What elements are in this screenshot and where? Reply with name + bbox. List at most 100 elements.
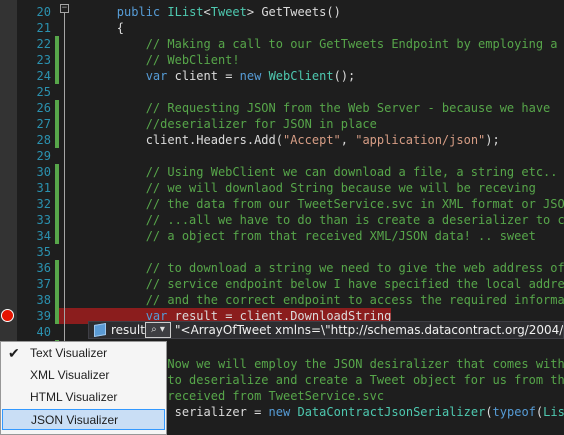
code-text[interactable]: // Requesting JSON from the Web Server -… bbox=[59, 100, 551, 116]
code-token: client.Headers.Add( bbox=[59, 133, 283, 147]
code-line[interactable]: 22 // Making a call to our GetTweets End… bbox=[0, 36, 564, 52]
line-number: 20 bbox=[36, 5, 51, 19]
code-token: DataContractJsonSerializer bbox=[297, 405, 486, 419]
line-number: 27 bbox=[36, 117, 51, 131]
code-line[interactable]: 23 // WebClient! bbox=[0, 52, 564, 68]
line-number: 40 bbox=[36, 325, 51, 339]
line-number: 35 bbox=[36, 245, 51, 259]
code-text[interactable]: // WebClient! bbox=[59, 52, 240, 68]
code-text[interactable]: //deserializer for JSON in place bbox=[59, 116, 377, 132]
code-token: // Using WebClient we can download a fil… bbox=[59, 165, 558, 179]
code-token: // ...all we have to do than is create a… bbox=[59, 213, 564, 227]
code-token: (); bbox=[333, 69, 356, 83]
code-token: { bbox=[59, 21, 125, 35]
code-token: ( bbox=[485, 405, 493, 419]
code-token: serializer = bbox=[167, 405, 269, 419]
code-line[interactable]: 27 //deserializer for JSON in place bbox=[0, 116, 564, 132]
code-token: WebClient bbox=[268, 69, 334, 83]
code-token: var bbox=[145, 69, 168, 83]
code-text[interactable]: // service endpoint below I have specifi… bbox=[59, 276, 564, 292]
code-token: // the data from our TweetService.svc in… bbox=[59, 197, 564, 211]
visualizer-menu: ✔ Text Visualizer XML Visualizer HTML Vi… bbox=[0, 341, 167, 435]
variable-icon bbox=[94, 322, 106, 338]
menu-item-html-visualizer[interactable]: HTML Visualizer bbox=[2, 387, 165, 408]
menu-item-text-visualizer[interactable]: ✔ Text Visualizer bbox=[2, 343, 165, 364]
datatip-value[interactable]: "<ArrayOfTweet xmlns=\"http://schemas.da… bbox=[175, 323, 563, 337]
menu-item-label: JSON Visualizer bbox=[31, 413, 119, 427]
menu-item-label: HTML Visualizer bbox=[30, 390, 118, 404]
code-line[interactable]: 29 bbox=[0, 148, 564, 164]
menu-item-label: Text Visualizer bbox=[30, 346, 108, 360]
line-number: 26 bbox=[36, 101, 51, 115]
code-line[interactable]: 38 // and the correct endpoint to access… bbox=[0, 292, 564, 308]
code-line[interactable]: 26 // Requesting JSON from the Web Serve… bbox=[0, 100, 564, 116]
code-token: // and the correct endpoint to access th… bbox=[59, 293, 564, 307]
code-text[interactable]: // and the correct endpoint to access th… bbox=[59, 292, 564, 308]
code-token: // WebClient! bbox=[59, 53, 240, 67]
code-token: typeof bbox=[492, 405, 536, 419]
code-token: "application/json" bbox=[355, 133, 486, 147]
code-line[interactable]: 32 // the data from our TweetService.svc… bbox=[0, 196, 564, 212]
code-line[interactable]: 30 // Using WebClient we can download a … bbox=[0, 164, 564, 180]
menu-item-json-visualizer[interactable]: JSON Visualizer bbox=[2, 409, 165, 430]
code-token: < bbox=[203, 5, 211, 19]
code-text[interactable]: public IList<Tweet> GetTweets() bbox=[59, 4, 341, 20]
code-token: "Accept" bbox=[282, 133, 341, 147]
code-token: // a object from that received XML/JSON … bbox=[59, 229, 536, 243]
line-number: 33 bbox=[36, 213, 51, 227]
line-number: 28 bbox=[36, 133, 51, 147]
code-token: // we will downlaod String because we wi… bbox=[59, 181, 536, 195]
line-number: 34 bbox=[36, 229, 51, 243]
line-number: 31 bbox=[36, 181, 51, 195]
code-line[interactable]: 36 // to download a string we need to gi… bbox=[0, 260, 564, 276]
code-line[interactable]: 33 // ...all we have to do than is creat… bbox=[0, 212, 564, 228]
code-token: Tweet bbox=[210, 5, 247, 19]
code-line[interactable]: 37 // service endpoint below I have spec… bbox=[0, 276, 564, 292]
code-text[interactable]: // the data from our TweetService.svc in… bbox=[59, 196, 564, 212]
code-token: //deserializer for JSON in place bbox=[59, 117, 377, 131]
code-token: client = bbox=[167, 69, 240, 83]
code-line[interactable]: 28 client.Headers.Add("Accept", "applica… bbox=[0, 132, 564, 148]
line-number: 39 bbox=[36, 309, 51, 323]
code-text[interactable]: // a object from that received XML/JSON … bbox=[59, 228, 536, 244]
code-text[interactable]: // to download a string we need to give … bbox=[59, 260, 564, 276]
line-number: 36 bbox=[36, 261, 51, 275]
menu-item-label: XML Visualizer bbox=[30, 368, 110, 382]
code-line[interactable]: 34 // a object from that received XML/JS… bbox=[0, 228, 564, 244]
line-number: 23 bbox=[36, 53, 51, 67]
line-number: 24 bbox=[36, 69, 51, 83]
code-line[interactable]: 24 var client = new WebClient(); bbox=[0, 68, 564, 84]
code-token: // to download a string we need to give … bbox=[59, 261, 564, 275]
code-text[interactable]: // ...all we have to do than is create a… bbox=[59, 212, 564, 228]
code-text[interactable]: client.Headers.Add("Accept", "applicatio… bbox=[59, 132, 500, 148]
collapse-toggle-icon[interactable]: − bbox=[60, 4, 69, 13]
code-text[interactable]: // Using WebClient we can download a fil… bbox=[59, 164, 558, 180]
code-line[interactable]: 25 bbox=[0, 84, 564, 100]
line-number: 29 bbox=[36, 149, 51, 163]
code-text[interactable]: // Making a call to our GetTweets Endpoi… bbox=[59, 36, 558, 52]
datatip-variable-name: result bbox=[111, 323, 145, 337]
line-number: 25 bbox=[36, 85, 51, 99]
line-number: 22 bbox=[36, 37, 51, 51]
code-text[interactable]: { bbox=[59, 20, 124, 36]
code-token: // service endpoint below I have specifi… bbox=[59, 277, 564, 291]
code-text[interactable]: // we will downlaod String because we wi… bbox=[59, 180, 536, 196]
code-line[interactable]: 21 { bbox=[0, 20, 564, 36]
line-number: 32 bbox=[36, 197, 51, 211]
menu-item-xml-visualizer[interactable]: XML Visualizer bbox=[2, 365, 165, 386]
visualizer-dropdown-button[interactable]: ⌕ ▾ bbox=[145, 322, 171, 338]
code-token: new bbox=[268, 405, 291, 419]
code-token: // Requesting JSON from the Web Server -… bbox=[59, 101, 551, 115]
code-line[interactable]: 31 // we will downlaod String because we… bbox=[0, 180, 564, 196]
code-line[interactable]: 20 public IList<Tweet> GetTweets() bbox=[0, 4, 564, 20]
code-token: > GetTweets() bbox=[246, 5, 341, 19]
breakpoint-icon[interactable] bbox=[1, 309, 14, 322]
line-number: 21 bbox=[36, 21, 51, 35]
code-token: ); bbox=[485, 133, 500, 147]
code-text[interactable]: var client = new WebClient(); bbox=[59, 68, 356, 84]
code-line[interactable]: 35 bbox=[0, 244, 564, 260]
datatip[interactable]: result ⌕ ▾ "<ArrayOfTweet xmlns=\"http:/… bbox=[88, 321, 564, 339]
line-number: 37 bbox=[36, 277, 51, 291]
